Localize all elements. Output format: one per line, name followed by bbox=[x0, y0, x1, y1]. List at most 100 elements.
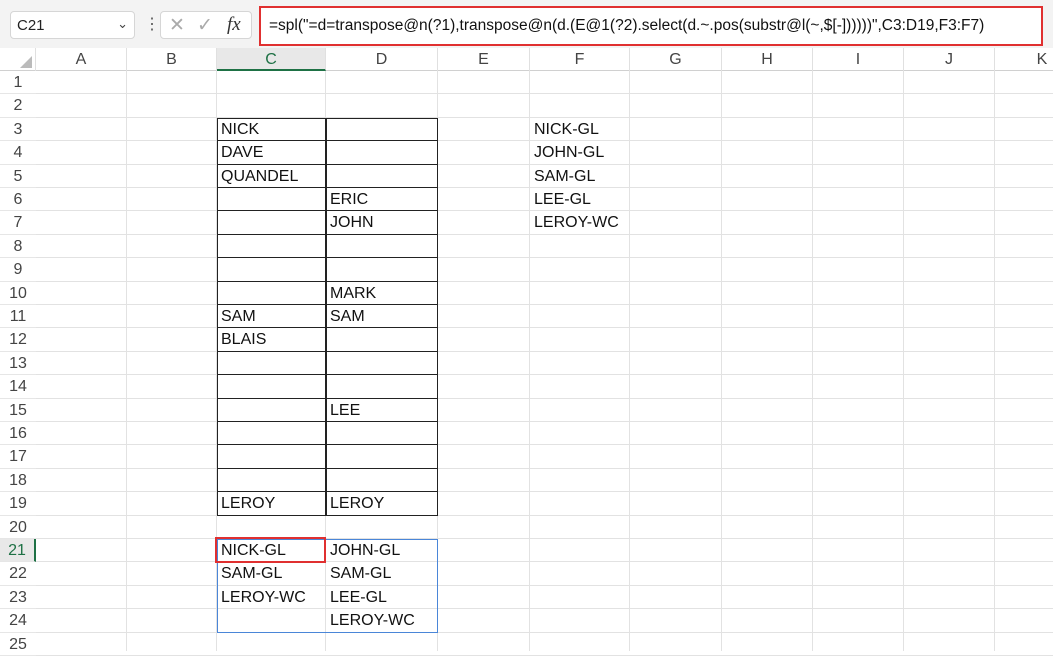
cell-c3[interactable]: NICK bbox=[217, 118, 259, 141]
row-header-21[interactable]: 21 bbox=[0, 539, 36, 563]
cell-f6[interactable]: LEE-GL bbox=[530, 188, 591, 211]
gridline-row bbox=[36, 397, 1053, 399]
row-header-23[interactable]: 23 bbox=[0, 586, 36, 610]
column-headers: ABCDEFGHIJK bbox=[0, 48, 1053, 71]
row-header-9[interactable]: 9 bbox=[0, 258, 36, 282]
gridline-row bbox=[36, 280, 1053, 282]
column-header-c[interactable]: C bbox=[217, 48, 326, 71]
column-header-k[interactable]: K bbox=[995, 48, 1053, 71]
cell-d21[interactable]: JOHN-GL bbox=[326, 539, 400, 562]
column-header-h[interactable]: H bbox=[722, 48, 813, 71]
column-header-j[interactable]: J bbox=[904, 48, 995, 71]
table-border bbox=[325, 327, 438, 352]
gridline-row bbox=[36, 444, 1053, 446]
cell-f5[interactable]: SAM-GL bbox=[530, 165, 595, 188]
cell-d11[interactable]: SAM bbox=[326, 305, 365, 328]
table-border bbox=[325, 163, 438, 188]
column-header-f[interactable]: F bbox=[530, 48, 630, 71]
cell-f7[interactable]: LEROY-WC bbox=[530, 211, 619, 234]
cell-d19[interactable]: LEROY bbox=[326, 492, 384, 515]
row-header-15[interactable]: 15 bbox=[0, 399, 36, 422]
column-header-g[interactable]: G bbox=[630, 48, 722, 71]
insert-function-icon[interactable]: fx bbox=[227, 14, 241, 36]
cell-c12[interactable]: BLAIS bbox=[217, 328, 266, 351]
table-border bbox=[325, 421, 438, 446]
row-header-17[interactable]: 17 bbox=[0, 445, 36, 469]
table-border bbox=[325, 350, 438, 376]
table-border bbox=[217, 397, 327, 422]
cell-d15[interactable]: LEE bbox=[326, 399, 360, 422]
row-header-24[interactable]: 24 bbox=[0, 609, 36, 633]
table-border bbox=[217, 467, 327, 493]
gridline-row bbox=[36, 467, 1053, 469]
row-header-5[interactable]: 5 bbox=[0, 165, 36, 188]
formula-buttons: ✕ ✓ fx bbox=[160, 11, 252, 39]
cell-c5[interactable]: QUANDEL bbox=[217, 165, 298, 188]
cell-c22[interactable]: SAM-GL bbox=[217, 562, 282, 585]
table-border bbox=[217, 257, 327, 282]
row-header-4[interactable]: 4 bbox=[0, 141, 36, 165]
row-header-7[interactable]: 7 bbox=[0, 211, 36, 235]
cell-c23[interactable]: LEROY-WC bbox=[217, 586, 306, 609]
column-header-e[interactable]: E bbox=[438, 48, 530, 71]
row-header-16[interactable]: 16 bbox=[0, 422, 36, 446]
row-header-14[interactable]: 14 bbox=[0, 375, 36, 399]
cancel-icon[interactable]: ✕ bbox=[169, 14, 185, 37]
row-header-13[interactable]: 13 bbox=[0, 352, 36, 376]
column-header-a[interactable]: A bbox=[36, 48, 127, 71]
name-box-value: C21 bbox=[17, 17, 45, 34]
row-header-8[interactable]: 8 bbox=[0, 235, 36, 259]
confirm-icon[interactable]: ✓ bbox=[197, 14, 213, 37]
gridline-row bbox=[36, 631, 1053, 633]
table-border bbox=[217, 421, 327, 446]
cell-f4[interactable]: JOHN-GL bbox=[530, 141, 604, 164]
gridline-row bbox=[36, 608, 1053, 610]
table-border bbox=[325, 233, 438, 259]
more-options-icon[interactable]: ⋮ bbox=[144, 14, 160, 34]
select-all-corner[interactable] bbox=[0, 48, 36, 71]
cell-d23[interactable]: LEE-GL bbox=[326, 586, 387, 609]
row-header-10[interactable]: 10 bbox=[0, 282, 36, 305]
cell-d7[interactable]: JOHN bbox=[326, 211, 374, 234]
gridline-row bbox=[36, 584, 1053, 586]
table-border bbox=[217, 233, 327, 259]
cell-d10[interactable]: MARK bbox=[326, 282, 376, 305]
gridline-row bbox=[36, 421, 1053, 422]
row-header-3[interactable]: 3 bbox=[0, 118, 36, 142]
cell-d6[interactable]: ERIC bbox=[326, 188, 368, 211]
formula-input[interactable]: =spl("=d=transpose@n(?1),transpose@n(d.(… bbox=[259, 6, 1043, 46]
row-header-20[interactable]: 20 bbox=[0, 516, 36, 539]
row-header-19[interactable]: 19 bbox=[0, 492, 36, 516]
chevron-down-icon[interactable]: ⌄ bbox=[117, 16, 128, 32]
cell-d22[interactable]: SAM-GL bbox=[326, 562, 391, 585]
column-header-i[interactable]: I bbox=[813, 48, 904, 71]
row-header-1[interactable]: 1 bbox=[0, 71, 36, 95]
row-header-25[interactable]: 25 bbox=[0, 633, 36, 656]
cell-c4[interactable]: DAVE bbox=[217, 141, 263, 164]
table-border bbox=[217, 374, 327, 399]
cell-c11[interactable]: SAM bbox=[217, 305, 256, 328]
row-header-12[interactable]: 12 bbox=[0, 328, 36, 352]
row-header-18[interactable]: 18 bbox=[0, 469, 36, 493]
column-header-d[interactable]: D bbox=[326, 48, 438, 71]
gridline-row bbox=[36, 561, 1053, 563]
gridline-row bbox=[36, 374, 1053, 376]
cell-c19[interactable]: LEROY bbox=[217, 492, 275, 515]
name-box[interactable]: C21 ⌄ bbox=[10, 11, 135, 39]
gridline-row bbox=[36, 514, 1053, 516]
cell-c21[interactable]: NICK-GL bbox=[217, 539, 286, 562]
cell-d24[interactable]: LEROY-WC bbox=[326, 609, 415, 632]
table-border bbox=[325, 467, 438, 493]
table-border bbox=[325, 140, 438, 165]
row-header-22[interactable]: 22 bbox=[0, 562, 36, 586]
row-header-6[interactable]: 6 bbox=[0, 188, 36, 212]
gridline-row bbox=[36, 257, 1053, 259]
row-header-2[interactable]: 2 bbox=[0, 94, 36, 118]
column-header-b[interactable]: B bbox=[127, 48, 217, 71]
gridline-col bbox=[126, 71, 127, 651]
gridline-row bbox=[36, 350, 1053, 352]
cell-f3[interactable]: NICK-GL bbox=[530, 118, 599, 141]
gridline-col bbox=[994, 71, 995, 651]
row-header-11[interactable]: 11 bbox=[0, 305, 36, 329]
table-border bbox=[325, 444, 438, 469]
